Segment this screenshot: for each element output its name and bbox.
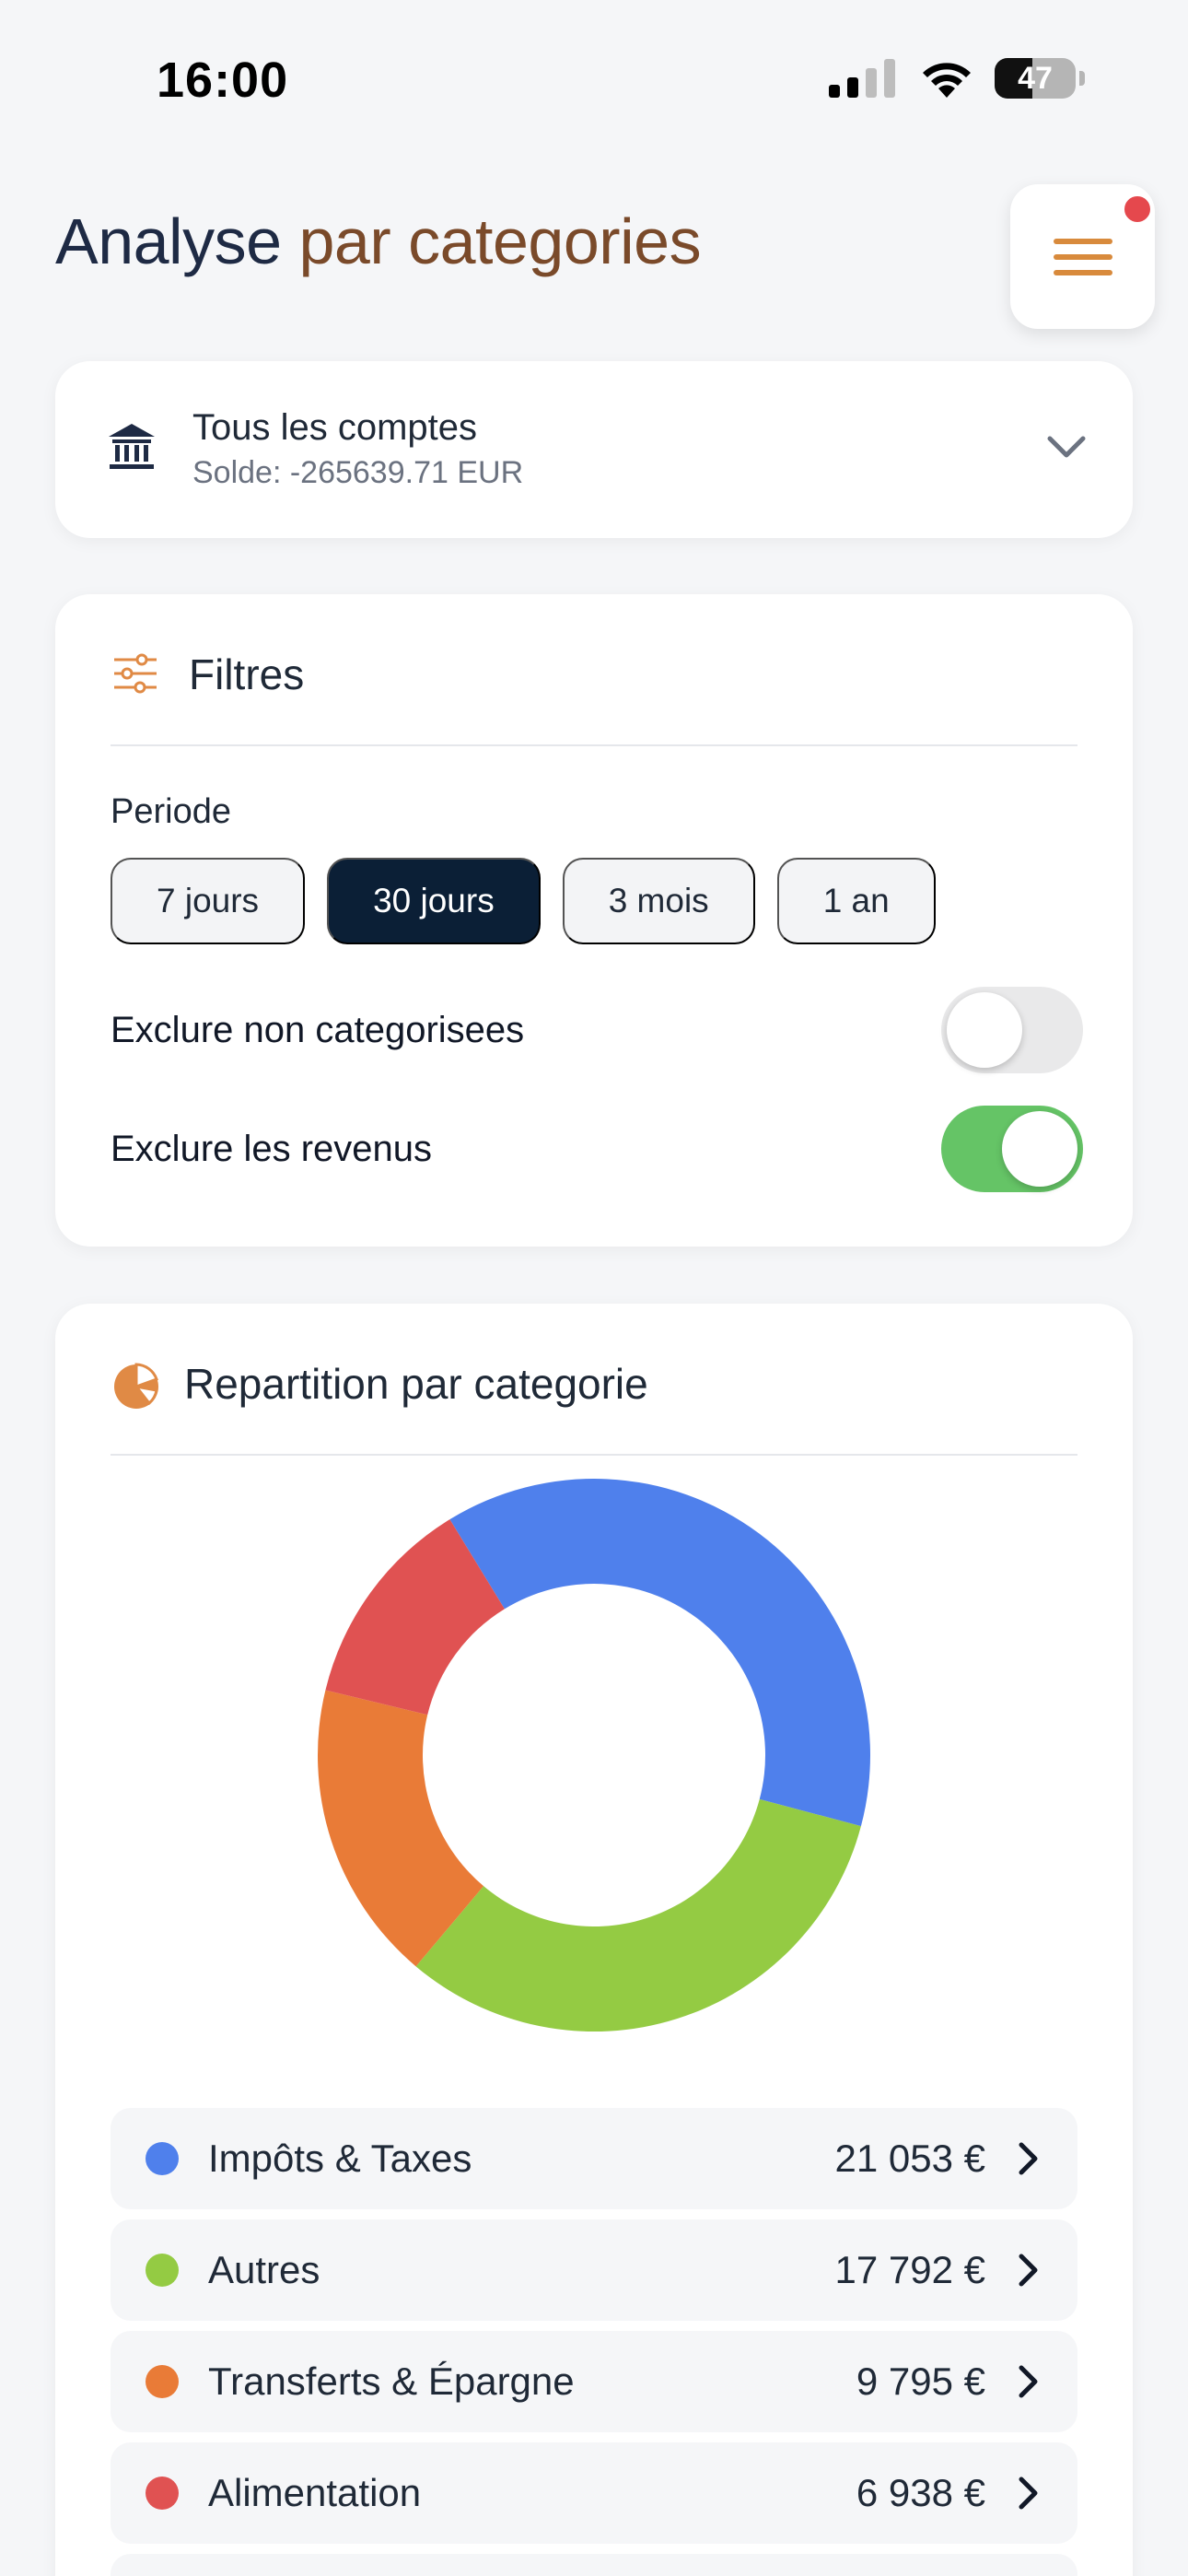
category-item-impots-taxes[interactable]: Impôts & Taxes 21 053 € (111, 2108, 1077, 2209)
category-name: Transferts & Épargne (208, 2359, 575, 2403)
toggle-knob (1002, 1111, 1077, 1187)
period-1-year-button[interactable]: 1 an (776, 858, 936, 944)
chevron-right-icon (1019, 2365, 1038, 2398)
category-item-partial[interactable] (111, 2554, 1077, 2576)
period-3-months-button[interactable]: 3 mois (562, 858, 755, 944)
chart-title: Repartition par categorie (184, 1360, 648, 1408)
category-amount: 17 792 € (834, 2248, 986, 2291)
chevron-down-icon (1047, 436, 1086, 458)
chevron-right-icon (1019, 2254, 1038, 2287)
account-selector[interactable]: Tous les comptes Solde: -265639.71 EUR (55, 361, 1133, 538)
period-selector: 7 jours 30 jours 3 mois 1 an (111, 858, 936, 944)
category-color-dot (146, 2476, 179, 2510)
menu-button[interactable] (1010, 184, 1155, 329)
category-color-dot (146, 2365, 179, 2398)
status-icons: 47 (829, 57, 1085, 100)
toggle-knob (947, 992, 1022, 1068)
category-amount: 9 795 € (856, 2359, 985, 2403)
exclude-uncategorized-row: Exclure non categorisees (111, 987, 1083, 1073)
account-name: Tous les comptes (192, 407, 478, 448)
pie-chart-icon (114, 1363, 158, 1409)
cellular-signal-icon (829, 59, 895, 98)
page-title-part-1: Analyse (55, 205, 299, 277)
category-item-alimentation[interactable]: Alimentation 6 938 € (111, 2442, 1077, 2544)
divider (111, 744, 1077, 746)
page-title-part-2: par categories (298, 205, 702, 277)
filters-title: Filtres (189, 650, 305, 698)
account-balance: Solde: -265639.71 EUR (192, 455, 524, 490)
category-item-autres[interactable]: Autres 17 792 € (111, 2219, 1077, 2321)
divider (111, 1454, 1077, 1456)
exclude-income-toggle[interactable] (941, 1106, 1083, 1192)
sliders-icon (114, 653, 157, 694)
category-color-dot (146, 2254, 179, 2287)
period-30-days-button[interactable]: 30 jours (327, 858, 541, 944)
donut-slice-autres[interactable] (415, 1798, 861, 2032)
category-color-dot (146, 2142, 179, 2175)
exclude-uncategorized-label: Exclure non categorisees (111, 1009, 525, 1050)
battery-cap (1079, 71, 1085, 86)
exclude-uncategorized-toggle[interactable] (941, 987, 1083, 1073)
donut-chart (318, 1479, 870, 2032)
chevron-right-icon (1019, 2476, 1038, 2510)
category-item-transferts-epargne[interactable]: Transferts & Épargne 9 795 € (111, 2331, 1077, 2432)
hamburger-menu-icon (1053, 238, 1112, 275)
wifi-icon (923, 63, 971, 98)
notification-badge (1122, 193, 1153, 225)
bank-icon (109, 424, 155, 469)
filters-card: Filtres Periode 7 jours 30 jours 3 mois … (55, 594, 1133, 1247)
period-label: Periode (111, 792, 231, 831)
category-amount: 6 938 € (856, 2471, 985, 2514)
category-breakdown-card: Repartition par categorie Impôts & Taxes… (55, 1304, 1133, 2576)
status-time: 16:00 (157, 53, 289, 108)
category-list: Impôts & Taxes 21 053 € Autres 17 792 € … (111, 2108, 1077, 2576)
page-title: Analyse par categories (55, 205, 702, 278)
battery-icon: 47 (995, 58, 1076, 99)
period-7-days-button[interactable]: 7 jours (111, 858, 306, 944)
category-name: Alimentation (208, 2471, 422, 2514)
category-name: Autres (208, 2248, 320, 2291)
status-bar: 16:00 47 (0, 0, 1188, 157)
category-name: Impôts & Taxes (208, 2137, 472, 2180)
donut-slice-imp-ts-taxes[interactable] (449, 1479, 870, 1827)
category-amount: 21 053 € (834, 2137, 986, 2180)
chevron-right-icon (1019, 2142, 1038, 2175)
exclude-income-label: Exclure les revenus (111, 1128, 433, 1169)
battery-level: 47 (1018, 60, 1053, 96)
exclude-income-row: Exclure les revenus (111, 1106, 1083, 1192)
